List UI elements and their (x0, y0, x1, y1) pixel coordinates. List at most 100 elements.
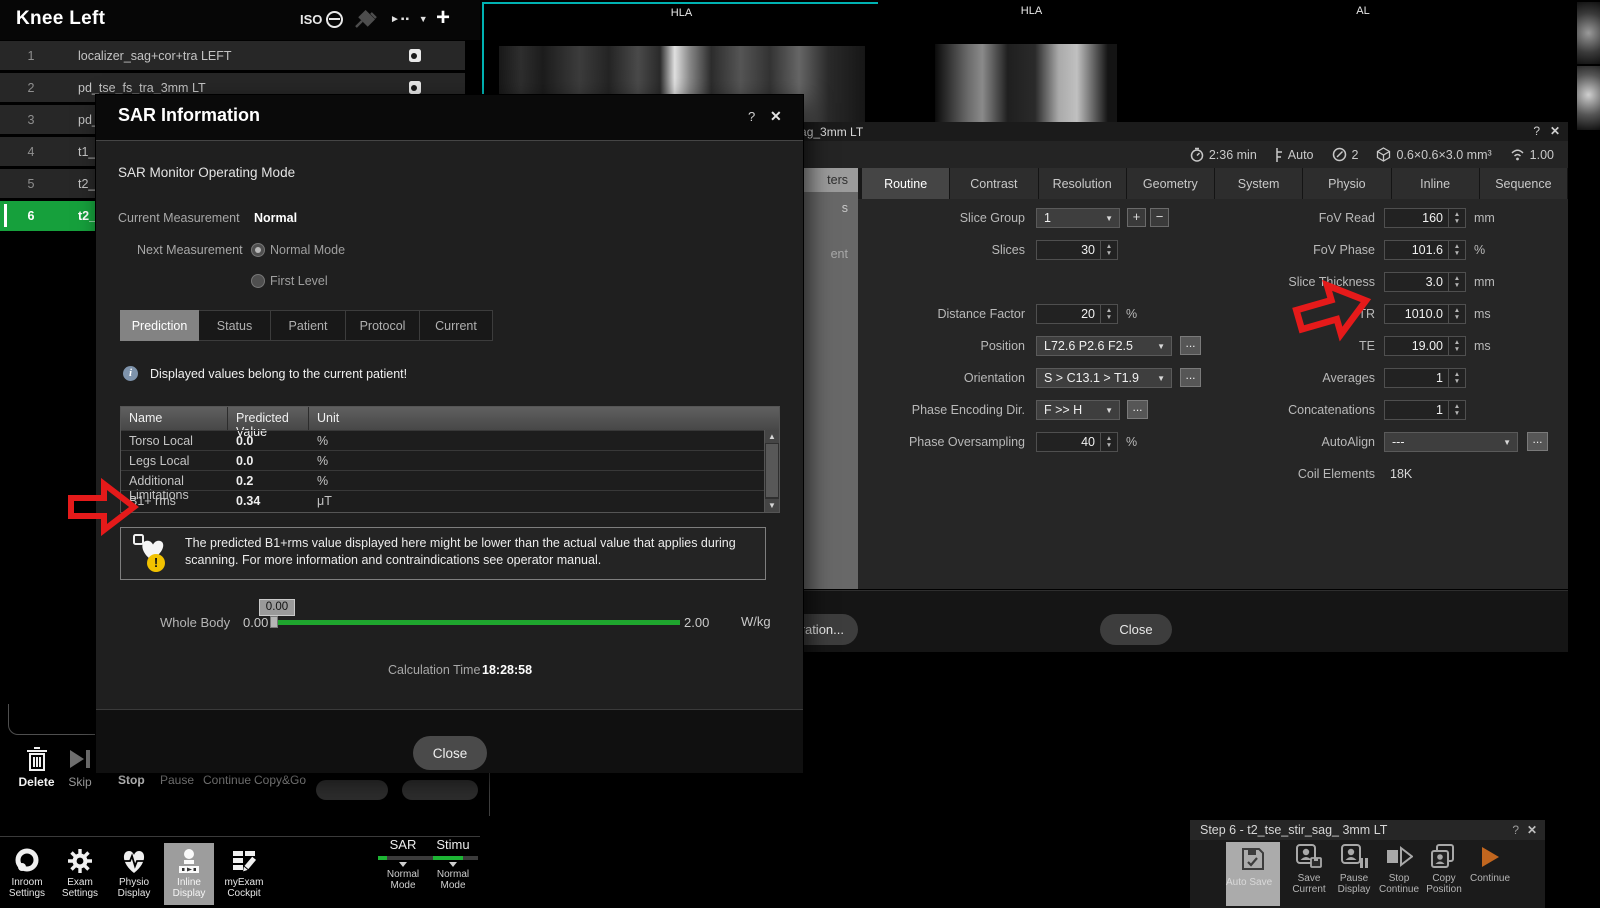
delete-button-label[interactable]: Delete (14, 775, 59, 789)
first-level-radio[interactable] (251, 274, 265, 288)
slices-spinner[interactable]: 30 (1036, 240, 1118, 260)
taskbar-physio-display[interactable]: Physio Display (106, 845, 162, 899)
tab-physio[interactable]: Physio (1303, 168, 1391, 199)
autoalign-dropdown[interactable]: --- (1384, 432, 1518, 452)
taskbar-inline-display[interactable]: Inline Display (161, 845, 217, 899)
taskbar-myexam-cockpit[interactable]: myExam Cockpit (216, 845, 272, 899)
phase-encoding-more-button[interactable]: ... (1127, 400, 1148, 419)
dialog-close-button[interactable]: Close (413, 736, 487, 770)
table-row[interactable]: Legs Local 0.0 % (121, 450, 764, 471)
delete-trash-icon[interactable] (26, 746, 48, 772)
help-icon[interactable]: ? (1533, 124, 1540, 138)
tab-system[interactable]: System (1215, 168, 1303, 199)
close-icon[interactable]: ✕ (770, 108, 782, 125)
scrollbar-thumb[interactable] (766, 444, 778, 497)
whole-body-slider-track[interactable] (272, 620, 680, 625)
sar-mode-label[interactable]: Normal Mode (376, 869, 430, 891)
column-unit[interactable]: Unit (309, 407, 779, 430)
spinner-arrows-icon[interactable] (1448, 209, 1465, 227)
distance-factor-spinner[interactable]: 20 (1036, 304, 1118, 324)
taskbar-exam-settings[interactable]: Exam Settings (52, 845, 108, 899)
orientation-more-button[interactable]: ... (1180, 368, 1201, 387)
spinner-arrows-icon[interactable] (1100, 433, 1117, 451)
queue-playlist-button[interactable]: ►▪▪ ▼ (390, 14, 429, 25)
concatenations-spinner[interactable]: 1 (1384, 400, 1466, 420)
fov-phase-spinner[interactable]: 101.6 (1384, 240, 1466, 260)
spinner-arrows-icon[interactable] (1448, 337, 1465, 355)
table-scrollbar[interactable] (764, 430, 779, 512)
slice-group-add-button[interactable]: + (1127, 208, 1146, 227)
skip-icon[interactable] (68, 748, 92, 770)
thumbnail-strip-image-2[interactable] (1577, 66, 1600, 130)
help-icon[interactable]: ? (1512, 823, 1519, 837)
panel-close-button[interactable]: Close (1100, 614, 1172, 645)
phase-encoding-dir-dropdown[interactable]: F >> H (1036, 400, 1120, 420)
tab-geometry[interactable]: Geometry (1127, 168, 1215, 199)
spinner-arrows-icon[interactable] (1448, 241, 1465, 259)
copy-position-button[interactable]: Copy Position (1420, 842, 1468, 895)
autoalign-more-button[interactable]: ... (1527, 432, 1548, 451)
step-continue-button[interactable]: Continue (1466, 842, 1514, 884)
spinner-arrows-icon[interactable] (1448, 273, 1465, 291)
spinner-arrows-icon[interactable] (1448, 369, 1465, 387)
spinner-arrows-icon[interactable] (1448, 305, 1465, 323)
stop-continue-button[interactable]: Stop Continue (1375, 842, 1423, 895)
orientation-dropdown[interactable]: S > C13.1 > T1.9 (1036, 368, 1172, 388)
stop-button[interactable]: Stop (118, 773, 145, 787)
tab-current[interactable]: Current (420, 310, 493, 341)
table-row-b1-rms[interactable]: B1+ rms 0.34 μT (121, 490, 764, 511)
tab-patient[interactable]: Patient (271, 310, 346, 341)
slice-group-dropdown[interactable]: 1 (1036, 208, 1120, 228)
copy-and-go-button[interactable]: Copy&Go (254, 773, 306, 787)
whole-body-slider-thumb[interactable] (270, 616, 278, 628)
position-dropdown[interactable]: L72.6 P2.6 F2.5 (1036, 336, 1172, 356)
averages-spinner[interactable]: 1 (1384, 368, 1466, 388)
table-row[interactable]: Additional Limitations 0.2 % (121, 470, 764, 491)
table-row[interactable]: Torso Local 0.0 % (121, 430, 764, 451)
tr-spinner[interactable]: 1010.0 (1384, 304, 1466, 324)
normal-mode-radio-label[interactable]: Normal Mode (270, 243, 345, 257)
first-level-radio-label[interactable]: First Level (270, 274, 328, 288)
save-current-button[interactable]: Save Current (1285, 842, 1333, 895)
spinner-arrows-icon[interactable] (1100, 241, 1117, 259)
pause-display-button[interactable]: Pause Display (1330, 842, 1378, 895)
tab-routine[interactable]: Routine (862, 168, 950, 199)
chevron-down-icon: ▼ (419, 14, 429, 24)
slice-thickness-spinner[interactable]: 3.0 (1384, 272, 1466, 292)
close-icon[interactable]: ✕ (1550, 124, 1560, 138)
tab-prediction[interactable]: Prediction (120, 310, 199, 341)
sar-information-dialog: SAR Information ? ✕ SAR Monitor Operatin… (96, 95, 803, 772)
thumbnail-strip-image-1[interactable] (1577, 2, 1600, 64)
tab-protocol[interactable]: Protocol (346, 310, 420, 341)
tab-contrast[interactable]: Contrast (950, 168, 1038, 199)
auto-save-button[interactable]: Auto Save (1226, 842, 1280, 906)
spinner-arrows-icon[interactable] (1100, 305, 1117, 323)
continue-button[interactable]: Continue (203, 773, 251, 787)
scroll-down-icon[interactable] (765, 499, 779, 512)
column-name[interactable]: Name (121, 407, 228, 430)
tab-inline[interactable]: Inline (1392, 168, 1480, 199)
tab-sequence[interactable]: Sequence (1480, 168, 1568, 199)
fov-read-spinner[interactable]: 160 (1384, 208, 1466, 228)
tab-resolution[interactable]: Resolution (1039, 168, 1127, 199)
slice-group-remove-button[interactable]: − (1150, 208, 1169, 227)
taskbar-inroom-settings[interactable]: Inroom Settings (0, 845, 55, 899)
hidden-button-stub[interactable] (316, 780, 388, 800)
iso-center-button[interactable]: ISO (300, 11, 343, 28)
position-more-button[interactable]: ... (1180, 336, 1201, 355)
stimu-mode-label[interactable]: Normal Mode (426, 869, 480, 891)
pause-button[interactable]: Pause (160, 773, 194, 787)
column-predicted-value[interactable]: Predicted Value (228, 407, 309, 430)
close-icon[interactable]: ✕ (1527, 823, 1537, 837)
spinner-arrows-icon[interactable] (1448, 401, 1465, 419)
queue-row-1[interactable]: 1 localizer_sag+cor+tra LEFT (0, 41, 465, 70)
add-step-button[interactable]: + (436, 4, 450, 32)
normal-mode-radio[interactable] (251, 243, 265, 257)
scroll-up-icon[interactable] (765, 430, 779, 443)
help-icon[interactable]: ? (748, 109, 755, 124)
phase-oversampling-spinner[interactable]: 40 (1036, 432, 1118, 452)
skip-button-label[interactable]: Skip (60, 775, 100, 789)
tab-status[interactable]: Status (199, 310, 271, 341)
te-spinner[interactable]: 19.00 (1384, 336, 1466, 356)
hidden-button-stub[interactable] (402, 780, 478, 800)
